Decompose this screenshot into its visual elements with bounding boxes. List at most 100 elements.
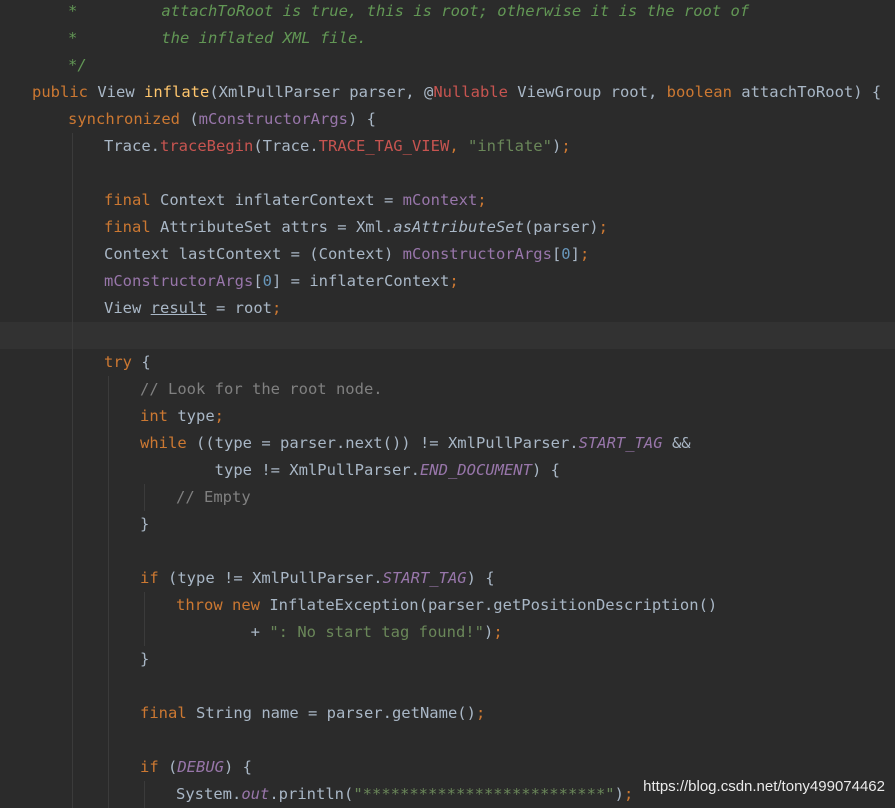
indent-guide bbox=[72, 376, 73, 403]
code-line[interactable]: // Empty bbox=[0, 484, 895, 511]
code-token: if bbox=[140, 569, 168, 587]
code-token: && bbox=[662, 434, 691, 452]
code-token: [ bbox=[253, 272, 263, 290]
indent-guide bbox=[108, 781, 109, 808]
code-token: ; bbox=[214, 407, 224, 425]
code-token: type != XmlPullParser. bbox=[140, 461, 420, 479]
code-line[interactable]: + ": No start tag found!"); bbox=[0, 619, 895, 646]
code-token: ; bbox=[623, 785, 634, 803]
code-line[interactable] bbox=[0, 673, 895, 700]
indent-guide bbox=[108, 484, 109, 511]
code-text: final Context inflaterContext = mContext… bbox=[104, 187, 487, 214]
code-line[interactable]: // Look for the root node. bbox=[0, 376, 895, 403]
code-line[interactable]: * attachToRoot is true, this is root; ot… bbox=[0, 0, 895, 25]
indent-guide bbox=[72, 430, 73, 457]
code-line[interactable]: throw new InflateException(parser.getPos… bbox=[0, 592, 895, 619]
indent-guide bbox=[72, 160, 73, 187]
indent-guide bbox=[108, 538, 109, 565]
code-line[interactable]: if (type != XmlPullParser.START_TAG) { bbox=[0, 565, 895, 592]
code-line[interactable]: public View inflate(XmlPullParser parser… bbox=[0, 79, 895, 106]
code-token: { bbox=[141, 353, 151, 371]
code-token: ) { bbox=[224, 758, 253, 776]
code-token: View bbox=[97, 83, 144, 101]
code-token: mConstructorArgs bbox=[402, 245, 552, 263]
code-token: ((type = parser.next()) != XmlPullParser… bbox=[196, 434, 579, 452]
indent-guide bbox=[144, 592, 145, 619]
code-text: final String name = parser.getName(); bbox=[140, 700, 485, 727]
code-token: (XmlPullParser parser, bbox=[209, 83, 424, 101]
code-text: // Look for the root node. bbox=[140, 376, 383, 403]
code-line[interactable]: final String name = parser.getName(); bbox=[0, 700, 895, 727]
code-token: * attachToRoot is true, this is root; ot… bbox=[68, 2, 750, 20]
code-line[interactable]: */ bbox=[0, 52, 895, 79]
code-text: mConstructorArgs[0] = inflaterContext; bbox=[104, 268, 459, 295]
code-text: Context lastContext = (Context) mConstru… bbox=[104, 241, 589, 268]
code-token: ) bbox=[614, 785, 624, 803]
code-token: ViewGroup root, bbox=[507, 83, 667, 101]
code-line[interactable]: mConstructorArgs[0] = inflaterContext; bbox=[0, 268, 895, 295]
code-line[interactable]: int type; bbox=[0, 403, 895, 430]
code-text: public View inflate(XmlPullParser parser… bbox=[32, 79, 881, 106]
code-line[interactable]: Trace.traceBegin(Trace.TRACE_TAG_VIEW, "… bbox=[0, 133, 895, 160]
code-line[interactable]: } bbox=[0, 511, 895, 538]
code-token: attachToRoot) { bbox=[741, 83, 882, 101]
code-line[interactable]: type != XmlPullParser.END_DOCUMENT) { bbox=[0, 457, 895, 484]
indent-guide bbox=[72, 295, 73, 322]
indent-guide bbox=[108, 700, 109, 727]
code-line[interactable]: Context lastContext = (Context) mConstru… bbox=[0, 241, 895, 268]
code-token: result bbox=[150, 299, 207, 317]
code-token: (parser) bbox=[523, 218, 599, 236]
indent-guide bbox=[72, 700, 73, 727]
code-token: View bbox=[104, 299, 151, 317]
code-token: (type != XmlPullParser. bbox=[168, 569, 383, 587]
code-line[interactable]: * the inflated XML file. bbox=[0, 25, 895, 52]
indent-guide bbox=[72, 673, 73, 700]
code-token: .println( bbox=[269, 785, 354, 803]
code-token: inflate bbox=[144, 83, 210, 101]
code-token: ; bbox=[598, 218, 608, 236]
code-token: mConstructorArgs bbox=[104, 272, 254, 290]
indent-guide bbox=[108, 511, 109, 538]
indent-guide bbox=[108, 457, 109, 484]
code-token: "**************************" bbox=[353, 785, 615, 803]
indent-guide bbox=[108, 565, 109, 592]
code-line[interactable] bbox=[0, 727, 895, 754]
code-token: END_DOCUMENT bbox=[419, 461, 532, 479]
code-line[interactable]: final AttributeSet attrs = Xml.asAttribu… bbox=[0, 214, 895, 241]
code-line[interactable] bbox=[0, 160, 895, 187]
code-text: int type; bbox=[140, 403, 224, 430]
code-token: DEBUG bbox=[177, 758, 225, 776]
code-line[interactable]: while ((type = parser.next()) != XmlPull… bbox=[0, 430, 895, 457]
indent-guide bbox=[72, 592, 73, 619]
code-token: + bbox=[176, 623, 270, 641]
code-token: = root bbox=[206, 299, 272, 317]
code-editor[interactable]: * attachToRoot is true, this is root; ot… bbox=[0, 0, 895, 808]
code-line[interactable]: final Context inflaterContext = mContext… bbox=[0, 187, 895, 214]
code-token: throw new bbox=[176, 596, 270, 614]
indent-guide bbox=[72, 457, 73, 484]
code-text: synchronized (mConstructorArgs) { bbox=[68, 106, 376, 133]
code-line[interactable]: View result = root; bbox=[0, 295, 895, 322]
code-token: ; bbox=[272, 299, 282, 317]
code-token: public bbox=[32, 83, 98, 101]
code-token: asAttributeSet bbox=[393, 218, 524, 236]
code-token: ": No start tag found!" bbox=[269, 623, 484, 641]
code-token: ; bbox=[493, 623, 503, 641]
code-token: } bbox=[140, 650, 150, 668]
indent-guide bbox=[72, 781, 73, 808]
code-text: * the inflated XML file. bbox=[68, 25, 367, 52]
code-token: (Trace. bbox=[253, 137, 319, 155]
code-line[interactable]: synchronized (mConstructorArgs) { bbox=[0, 106, 895, 133]
code-text: View result = root; bbox=[104, 295, 281, 322]
indent-guide bbox=[72, 484, 73, 511]
code-line[interactable]: if (DEBUG) { bbox=[0, 754, 895, 781]
indent-guide bbox=[72, 646, 73, 673]
code-token: ) bbox=[551, 137, 562, 155]
indent-guide bbox=[72, 754, 73, 781]
code-line[interactable] bbox=[0, 538, 895, 565]
code-line[interactable]: } bbox=[0, 646, 895, 673]
code-token: try bbox=[104, 353, 142, 371]
code-text: */ bbox=[68, 52, 87, 79]
code-line[interactable]: try { bbox=[0, 349, 895, 376]
current-code-line[interactable] bbox=[0, 322, 895, 349]
